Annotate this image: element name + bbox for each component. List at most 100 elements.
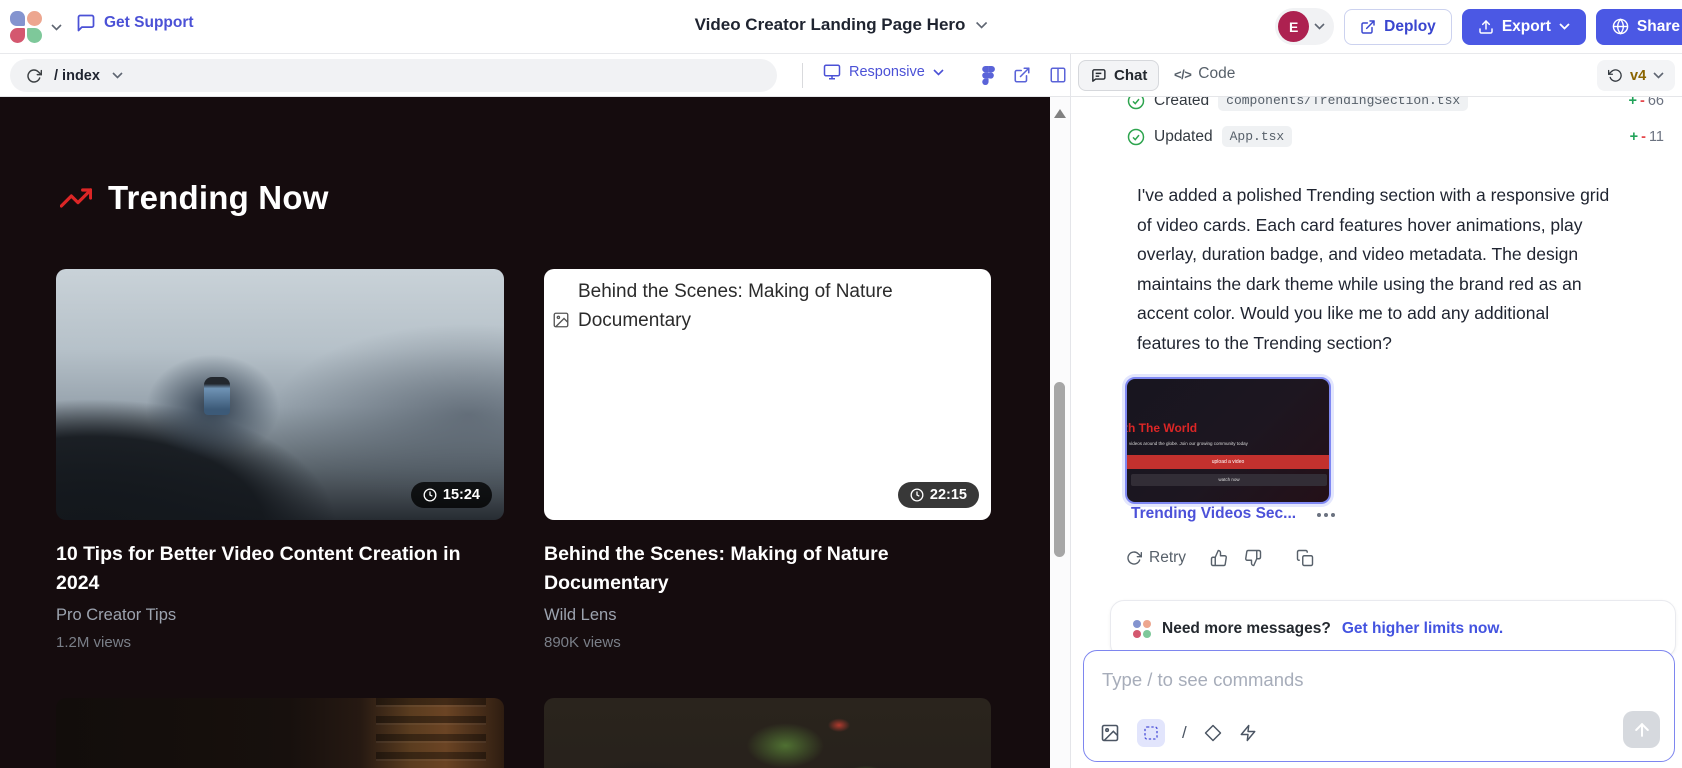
app-logo-icon: [1133, 620, 1151, 638]
thumb-heading: th The World: [1125, 421, 1197, 435]
app-window: Get Support Video Creator Landing Page H…: [0, 0, 1682, 768]
clock-icon: [910, 488, 924, 502]
event-file-chip[interactable]: components/TrendingSection.tsx: [1218, 97, 1468, 111]
video-channel: Pro Creator Tips: [56, 606, 176, 625]
history-icon: [1608, 68, 1623, 83]
video-card-thumbnail-partial[interactable]: [56, 698, 504, 768]
video-card-thumbnail[interactable]: 15:24: [56, 269, 504, 520]
deploy-button[interactable]: Deploy: [1344, 9, 1452, 45]
scrollbar-up-arrow[interactable]: [1054, 109, 1066, 118]
account-menu[interactable]: E: [1275, 8, 1334, 45]
app-logo-icon[interactable]: [10, 11, 42, 43]
check-circle-icon: [1127, 97, 1145, 110]
check-circle-icon: [1127, 128, 1145, 146]
attachment-thumbnail[interactable]: th The World videos around the globe. Jo…: [1125, 377, 1331, 504]
lightning-bolt-icon[interactable]: [1239, 724, 1257, 742]
chat-bubbles-icon: [1090, 67, 1107, 84]
monitor-icon: [823, 63, 841, 81]
video-channel: Wild Lens: [544, 606, 616, 625]
diff-stats: +-66: [1629, 97, 1664, 109]
header-bar: Get Support Video Creator Landing Page H…: [0, 0, 1682, 54]
upload-icon: [1478, 19, 1494, 35]
video-title[interactable]: 10 Tips for Better Video Content Creatio…: [56, 540, 496, 598]
video-views: 1.2M views: [56, 634, 131, 651]
route-chevron-down-icon[interactable]: [112, 72, 123, 79]
deploy-label: Deploy: [1384, 18, 1436, 36]
copy-icon[interactable]: [1296, 549, 1314, 567]
split-view-icon[interactable]: [1049, 66, 1067, 84]
code-brackets-icon: </>: [1174, 67, 1191, 82]
open-in-new-window-icon[interactable]: [1013, 66, 1031, 84]
scrollbar-thumb[interactable]: [1054, 382, 1065, 557]
event-file-chip[interactable]: App.tsx: [1222, 126, 1293, 147]
device-mode-label: Responsive: [849, 64, 925, 80]
project-title-dropdown[interactable]: Video Creator Landing Page Hero: [695, 15, 988, 35]
image-attach-icon[interactable]: [1100, 723, 1120, 743]
app-preview-canvas: Trending Now 15:24 Behind the Scenes: Ma…: [0, 97, 1050, 768]
tab-chat-label: Chat: [1114, 67, 1147, 84]
component-diamond-icon[interactable]: [1204, 724, 1222, 742]
message-bubble-icon: [76, 13, 96, 33]
version-history-dropdown[interactable]: v4: [1597, 60, 1675, 91]
retry-button[interactable]: Retry: [1126, 549, 1186, 567]
ellipsis-menu-icon[interactable]: [1317, 506, 1335, 517]
get-support-button[interactable]: Get Support: [76, 13, 194, 33]
video-title[interactable]: Behind the Scenes: Making of Nature Docu…: [544, 540, 984, 598]
figma-icon[interactable]: [980, 66, 995, 85]
video-card-thumbnail-partial[interactable]: [544, 698, 991, 768]
assistant-message: I've added a polished Trending section w…: [1137, 181, 1682, 358]
export-button[interactable]: Export: [1462, 9, 1586, 45]
video-card-thumbnail-broken[interactable]: Behind the Scenes: Making of Nature Docu…: [544, 269, 991, 520]
version-label: v4: [1630, 68, 1646, 84]
refresh-icon[interactable]: [26, 68, 42, 84]
url-bar[interactable]: / index: [10, 59, 777, 92]
avatar: E: [1278, 11, 1309, 42]
photographer-figure: [204, 377, 230, 415]
account-chevron-down-icon: [1314, 23, 1325, 30]
device-mode-dropdown[interactable]: Responsive: [823, 63, 944, 81]
file-event-row: Created components/TrendingSection.tsx +…: [1127, 97, 1668, 111]
tab-chat[interactable]: Chat: [1078, 60, 1159, 91]
route-path: / index: [54, 68, 100, 84]
slash-command-icon[interactable]: /: [1182, 723, 1187, 743]
page-title: Video Creator Landing Page Hero: [695, 15, 966, 35]
image-alt-text: Behind the Scenes: Making of Nature Docu…: [578, 278, 893, 335]
thumbs-down-icon[interactable]: [1244, 549, 1262, 567]
send-button[interactable]: [1623, 711, 1660, 748]
get-support-label: Get Support: [104, 14, 194, 32]
title-chevron-down-icon: [975, 21, 987, 29]
select-element-button[interactable]: [1137, 719, 1165, 747]
video-views: 890K views: [544, 634, 621, 651]
chat-panel: Created components/TrendingSection.tsx +…: [1071, 97, 1682, 768]
chat-input[interactable]: [1090, 657, 1650, 712]
file-event-row: Updated App.tsx +-11: [1127, 126, 1668, 147]
toolbar: / index Responsive C: [0, 54, 1682, 97]
section-title: Trending Now: [108, 179, 329, 217]
attachment-label[interactable]: Trending Videos Sec...: [1131, 505, 1296, 523]
thumbs-up-icon[interactable]: [1210, 549, 1228, 567]
tab-code[interactable]: </> Code: [1174, 65, 1235, 83]
external-link-icon: [1360, 19, 1376, 35]
version-chevron-down-icon: [1653, 72, 1664, 79]
upsell-link[interactable]: Get higher limits now.: [1342, 620, 1503, 638]
trending-up-icon: [60, 182, 92, 214]
thumb-primary-button: upload a video: [1127, 455, 1329, 469]
message-actions: Retry: [1126, 549, 1314, 567]
chat-composer: /: [1083, 650, 1675, 762]
duration-badge: 15:24: [411, 482, 492, 508]
share-label: Share: [1637, 18, 1680, 36]
device-chevron-down-icon: [933, 69, 944, 76]
export-chevron-down-icon: [1559, 23, 1570, 30]
share-button[interactable]: Share: [1596, 9, 1682, 45]
event-action: Created: [1154, 97, 1209, 110]
clock-icon: [423, 488, 437, 502]
toolbar-divider: [802, 63, 803, 88]
globe-icon: [1612, 18, 1629, 35]
thumb-secondary-button: watch now: [1131, 474, 1327, 486]
retry-label: Retry: [1149, 549, 1186, 567]
logo-chevron-down-icon[interactable]: [51, 24, 62, 31]
duration-badge: 22:15: [898, 482, 979, 508]
diff-stats: +-11: [1630, 129, 1664, 145]
duration-value: 15:24: [443, 487, 480, 503]
panel-divider: [1070, 54, 1071, 768]
